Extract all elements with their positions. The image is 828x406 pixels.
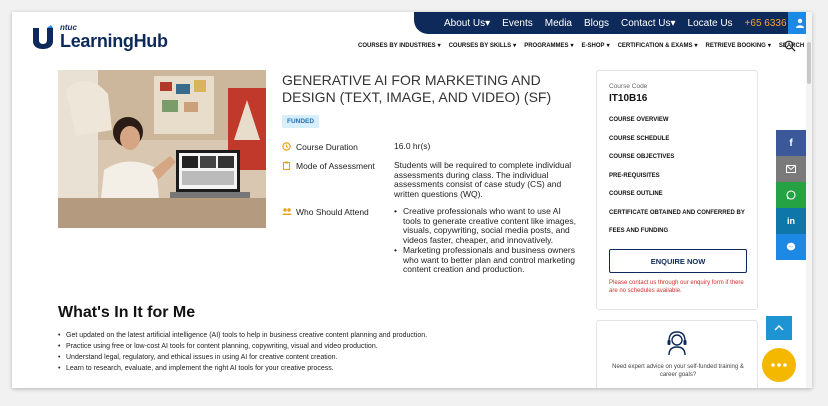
list-item: Practice using free or low-cost AI tools… [58, 341, 578, 352]
sidebar-link-course-objectives[interactable]: COURSE OBJECTIVES [609, 153, 749, 161]
list-item: Creative professionals who want to use A… [394, 206, 576, 245]
page-scrollbar[interactable] [806, 12, 812, 388]
logo-hub-text: LearningHub [60, 31, 168, 51]
scrollbar-thumb[interactable] [807, 42, 811, 84]
sidebar-link-pre-requisites[interactable]: PRE-REQUISITES [609, 172, 749, 180]
chat-dots-icon [771, 363, 787, 367]
messenger-share-button[interactable] [776, 234, 806, 260]
sidebar-link-certificate[interactable]: CERTIFICATE OBTAINED AND CONFERRED BY [609, 209, 749, 217]
list-item: Understand legal, regulatory, and ethica… [58, 352, 578, 363]
main-nav: COURSES BY INDUSTRIES ▾ COURSES BY SKILLS… [358, 42, 812, 50]
course-code-label: Course Code [609, 83, 648, 90]
chevron-down-icon: ▾ [767, 43, 771, 49]
topbar-link-events[interactable]: Events [502, 18, 533, 29]
course-sidebar: Course Code IT10B16 COURSE OVERVIEW COUR… [596, 70, 758, 310]
topbar-link-contact[interactable]: Contact Us▾ [621, 18, 676, 29]
enquire-note: Please contact us through our enquiry fo… [609, 280, 744, 294]
duration-value: 16.0 hr(s) [394, 141, 431, 151]
chevron-down-icon: ▾ [513, 43, 517, 49]
linkedin-icon: in [787, 216, 795, 226]
sidebar-links: COURSE OVERVIEW COURSE SCHEDULE COURSE O… [609, 116, 749, 246]
sidebar-link-course-schedule[interactable]: COURSE SCHEDULE [609, 135, 749, 143]
linkedin-share-button[interactable]: in [776, 208, 806, 234]
nav-label: CERTIFICATION & EXAMS [617, 42, 693, 49]
headset-icon [667, 331, 687, 356]
assessment-row: Mode of Assessment Students will be requ… [282, 160, 576, 199]
nav-courses-by-skills[interactable]: COURSES BY SKILLS ▾ [448, 42, 517, 50]
benefits-list: Get updated on the latest artificial int… [58, 330, 578, 374]
section-title: What's In It for Me [58, 304, 196, 321]
about-label: About Us [444, 17, 486, 29]
course-hero-image [58, 70, 266, 228]
enquire-now-button[interactable]: ENQUIRE NOW [609, 249, 747, 273]
people-icon [282, 207, 292, 276]
contact-label: Contact Us [621, 17, 671, 29]
list-item: Marketing professionals and business own… [394, 245, 576, 275]
duration-label: Course Duration [296, 142, 358, 152]
whatsapp-share-button[interactable] [776, 182, 806, 208]
nav-label: COURSES BY INDUSTRIES [358, 42, 436, 49]
envelope-icon [786, 165, 796, 173]
social-share-bar: f in [776, 130, 806, 260]
chevron-down-icon: ▾ [694, 43, 698, 49]
whatsapp-icon [786, 190, 796, 200]
chevron-down-icon: ▾ [485, 17, 491, 29]
sidebar-link-course-outline[interactable]: COURSE OUTLINE [609, 190, 749, 198]
nav-courses-by-industries[interactable]: COURSES BY INDUSTRIES ▾ [358, 42, 441, 50]
user-icon [796, 18, 804, 28]
course-title: GENERATIVE AI FOR MARKETING AND DESIGN (… [282, 72, 552, 105]
nav-label: E-SHOP [581, 42, 605, 49]
facebook-share-button[interactable]: f [776, 130, 806, 156]
assessment-value: Students will be required to complete in… [394, 160, 572, 199]
assessment-label: Mode of Assessment [296, 161, 375, 171]
clipboard-icon [282, 161, 292, 199]
nav-retrieve-booking[interactable]: RETRIEVE BOOKING ▾ [705, 42, 771, 50]
nav-eshop[interactable]: E-SHOP ▾ [581, 42, 610, 50]
topbar-link-media[interactable]: Media [545, 18, 572, 29]
scroll-to-top-button[interactable] [766, 316, 792, 340]
clock-icon [282, 142, 292, 153]
topbar-link-about[interactable]: About Us▾ [444, 18, 490, 29]
messenger-icon [786, 242, 796, 251]
chevron-down-icon: ▾ [437, 43, 441, 49]
course-code-value: IT10B16 [609, 93, 648, 104]
list-item: Learn to research, evaluate, and impleme… [58, 363, 578, 374]
nav-label: PROGRAMMES [524, 42, 569, 49]
topbar-link-blogs[interactable]: Blogs [584, 18, 609, 29]
who-should-attend-row: Who Should Attend Creative professionals… [282, 206, 576, 276]
search-icon[interactable] [784, 40, 796, 52]
chevron-down-icon: ▾ [606, 43, 610, 49]
course-photo [58, 70, 266, 228]
expert-advice-text: Need expert advice on your self-funded t… [612, 364, 744, 378]
email-share-button[interactable] [776, 156, 806, 182]
funded-badge: FUNDED [282, 115, 320, 128]
page-frame: About Us▾ Events Media Blogs Contact Us▾… [12, 12, 812, 388]
sidebar-link-fees-funding[interactable]: FEES AND FUNDING [609, 227, 749, 235]
course-duration-row: Course Duration 16.0 hr(s) [282, 141, 576, 153]
nav-programmes[interactable]: PROGRAMMES ▾ [524, 42, 574, 50]
chevron-up-icon [774, 325, 784, 331]
facebook-icon: f [789, 137, 793, 149]
who-label: Who Should Attend [296, 207, 369, 217]
logo-mark-icon [33, 25, 53, 49]
list-item: Get updated on the latest artificial int… [58, 330, 578, 341]
nav-label: RETRIEVE BOOKING [705, 42, 766, 49]
nav-label: COURSES BY SKILLS [448, 42, 512, 49]
who-list: Creative professionals who want to use A… [394, 206, 576, 276]
chevron-down-icon: ▾ [670, 17, 676, 29]
site-logo[interactable]: ntuc LearningHub [30, 24, 168, 50]
nav-certification-exams[interactable]: CERTIFICATION & EXAMS ▾ [617, 42, 698, 50]
topbar-link-locate[interactable]: Locate Us [688, 18, 733, 29]
sidebar-link-course-overview[interactable]: COURSE OVERVIEW [609, 116, 749, 124]
chevron-down-icon: ▾ [570, 43, 574, 49]
chat-button[interactable] [762, 348, 796, 382]
top-utility-bar: About Us▾ Events Media Blogs Contact Us▾… [414, 12, 812, 34]
expert-advice-box[interactable]: Need expert advice on your self-funded t… [596, 320, 758, 388]
